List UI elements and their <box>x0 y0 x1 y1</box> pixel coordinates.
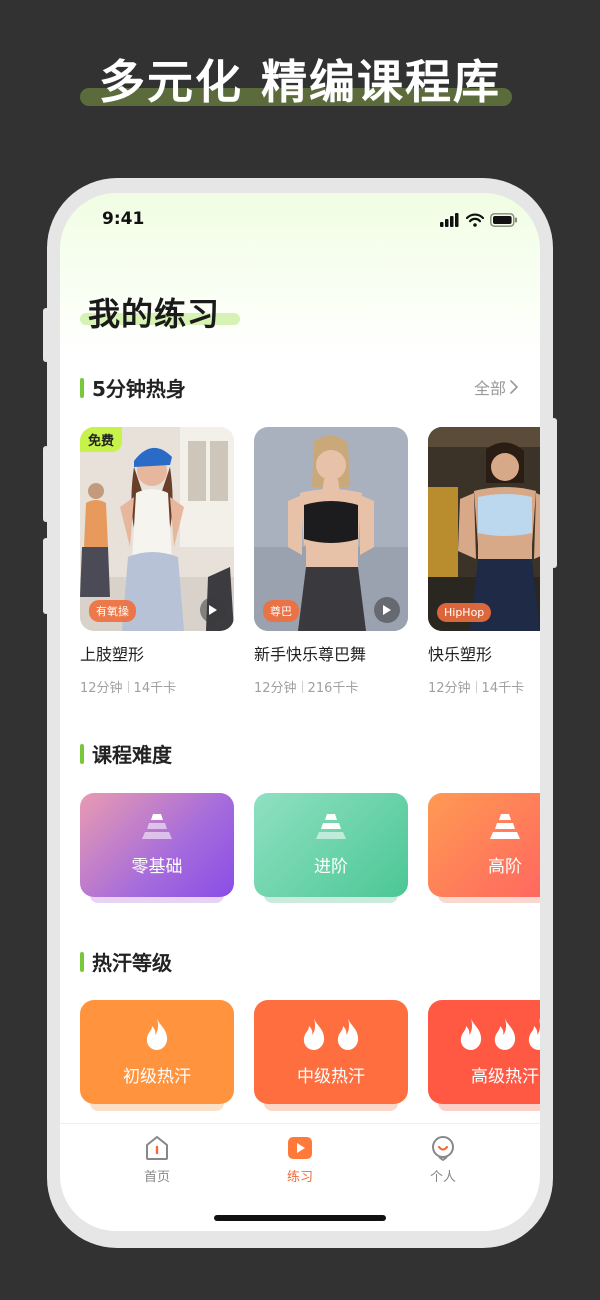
meta-divider <box>127 681 129 693</box>
flame-icon <box>460 1017 482 1050</box>
sweat-label: 中级热汗 <box>297 1066 365 1087</box>
course-card[interactable]: 免费 有氧操 上肢塑形 12分钟 14千卡 <box>80 427 234 696</box>
section-difficulty-header: 课程难度 <box>80 739 172 768</box>
course-thumbnail: 免费 有氧操 <box>80 427 234 631</box>
tab-bar: 首页 练习 个人 <box>60 1123 540 1231</box>
phone-volume-up <box>43 446 49 522</box>
flame-icon <box>146 1017 168 1050</box>
category-tag: 有氧操 <box>89 600 136 622</box>
difficulty-beginner-tile[interactable]: 零基础 <box>80 793 234 897</box>
signal-icon <box>440 213 459 227</box>
section-sweat-header: 热汗等级 <box>80 947 172 976</box>
chevron-right-icon <box>510 380 518 394</box>
status-bar: 9:41 <box>60 209 540 233</box>
course-calories: 216千卡 <box>307 681 359 696</box>
section-sweat-title: 热汗等级 <box>92 951 172 975</box>
sweat-level-intermediate-tile[interactable]: 中级热汗 <box>254 1000 408 1104</box>
course-meta: 12分钟 14千卡 <box>428 677 540 696</box>
difficulty-label: 高阶 <box>488 856 522 877</box>
play-button[interactable] <box>374 597 400 623</box>
tab-profile-label: 个人 <box>429 1170 456 1185</box>
home-indicator <box>214 1215 386 1221</box>
course-card[interactable]: 尊巴 新手快乐尊巴舞 12分钟 216千卡 <box>254 427 408 696</box>
flame-icon <box>303 1017 325 1050</box>
difficulty-intermediate-tile[interactable]: 进阶 <box>254 793 408 897</box>
section-difficulty-title: 课程难度 <box>92 743 172 767</box>
flame-icon <box>494 1017 516 1050</box>
promo-title: 多元化 精编课程库 <box>98 55 501 109</box>
difficulty-advanced-tile[interactable]: 高阶 <box>428 793 540 897</box>
tab-home-label: 首页 <box>143 1170 170 1185</box>
phone-power-button <box>551 418 557 568</box>
course-meta: 12分钟 14千卡 <box>80 677 234 696</box>
wifi-icon <box>466 213 484 227</box>
course-duration: 12分钟 <box>254 681 297 696</box>
page-title: 我的练习 <box>88 295 221 333</box>
section-marker <box>80 743 84 764</box>
flame-icon <box>528 1017 540 1050</box>
see-all-label: 全部 <box>473 379 506 398</box>
tab-practice[interactable]: 练习 <box>260 1134 340 1185</box>
meta-divider <box>301 681 303 693</box>
sweat-level-advanced-tile[interactable]: 高级热汗 <box>428 1000 540 1104</box>
sweat-label: 初级热汗 <box>123 1066 191 1087</box>
course-duration: 12分钟 <box>80 681 123 696</box>
tab-practice-label: 练习 <box>286 1170 313 1185</box>
difficulty-label: 进阶 <box>314 856 348 877</box>
tab-home[interactable]: 首页 <box>117 1134 197 1185</box>
phone-silent-switch <box>43 308 49 362</box>
flame-icon <box>337 1017 359 1050</box>
category-tag: 尊巴 <box>263 600 299 622</box>
profile-icon <box>432 1136 454 1161</box>
flame-group <box>301 1017 361 1050</box>
course-duration: 12分钟 <box>428 681 471 696</box>
play-icon <box>209 605 217 615</box>
course-thumbnail: 尊巴 <box>254 427 408 631</box>
play-button[interactable] <box>200 597 226 623</box>
play-icon <box>288 1137 312 1159</box>
home-icon <box>146 1136 168 1160</box>
course-title: 新手快乐尊巴舞 <box>254 645 367 664</box>
category-tag: HipHop <box>437 603 492 622</box>
status-time: 9:41 <box>102 209 145 229</box>
see-all-link[interactable]: 全部 <box>474 375 518 399</box>
sweat-level-beginner-tile[interactable]: 初级热汗 <box>80 1000 234 1104</box>
course-title: 快乐塑形 <box>428 645 493 664</box>
course-thumbnail: HipHop <box>428 427 540 631</box>
course-calories: 14千卡 <box>133 681 177 696</box>
battery-icon <box>490 213 517 227</box>
tab-profile[interactable]: 个人 <box>403 1134 483 1185</box>
course-title: 上肢塑形 <box>80 645 145 664</box>
course-card[interactable]: HipHop 快乐塑形 12分钟 14千卡 <box>428 427 540 696</box>
play-icon <box>383 605 391 615</box>
section-marker <box>80 951 84 972</box>
page-title-wrap: 我的练习 <box>80 289 240 335</box>
flame-group <box>458 1017 540 1050</box>
difficulty-label: 零基础 <box>131 856 183 877</box>
status-icons <box>440 213 518 227</box>
phone-screen: 9:41 我的练习 5分钟热身 全部 免费 有氧操 上肢塑形 12分钟 14千卡… <box>60 193 540 1231</box>
course-calories: 14千卡 <box>481 681 525 696</box>
section-warmup-header: 5分钟热身 <box>80 373 186 402</box>
section-warmup-title: 5分钟热身 <box>92 377 186 401</box>
sweat-label: 高级热汗 <box>471 1066 539 1087</box>
pyramid-icon <box>142 813 172 839</box>
course-meta: 12分钟 216千卡 <box>254 677 408 696</box>
section-marker <box>80 377 84 398</box>
meta-divider <box>475 681 477 693</box>
phone-volume-down <box>43 538 49 614</box>
course-photo <box>428 427 540 631</box>
pyramid-icon <box>490 813 520 839</box>
pyramid-icon <box>316 813 346 839</box>
free-badge: 免费 <box>80 427 123 452</box>
